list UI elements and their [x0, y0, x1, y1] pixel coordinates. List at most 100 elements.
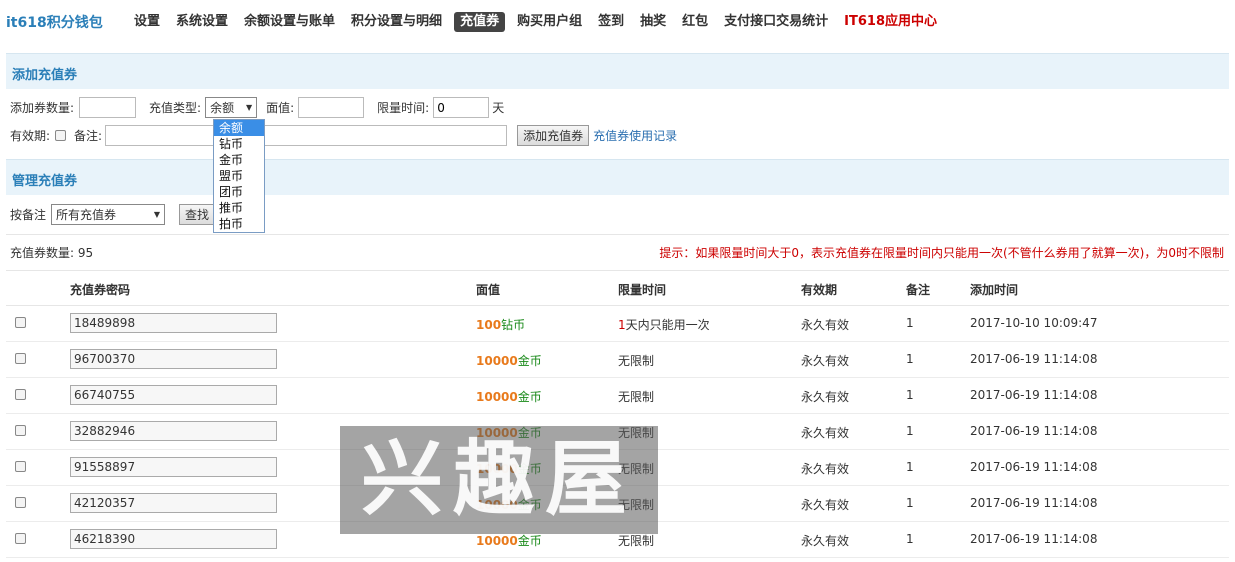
- table-row: 18489898 100钻币 1天内只能用一次 永久有效 1 2017-10-10 10:…: [6, 306, 1229, 342]
- validity-checkbox[interactable]: [55, 130, 67, 141]
- row-checkbox[interactable]: [15, 425, 26, 436]
- type-option-1[interactable]: 钻币: [214, 136, 264, 152]
- header-password: 充值券密码: [70, 283, 131, 297]
- add-voucher-button[interactable]: 添加充值券: [517, 125, 590, 146]
- type-select-value: 余额: [210, 101, 235, 115]
- nav-menu: 设置 系统设置 余额设置与账单 积分设置与明细 充值券 购买用户组 签到 抽奖 红包 支付接口交易…: [126, 12, 945, 32]
- header-amount: 面值: [476, 283, 501, 297]
- limit-days: 1: [618, 318, 626, 332]
- nav-item-1[interactable]: 系统设置: [176, 12, 228, 32]
- currency-value: 金币: [517, 390, 542, 404]
- validity-cell: 永久有效: [801, 426, 850, 440]
- nav-item-5[interactable]: 购买用户组: [517, 12, 582, 32]
- limit-text: 无限制: [618, 534, 655, 548]
- password-field[interactable]: 42120357: [70, 493, 277, 513]
- password-field[interactable]: 46218390: [70, 529, 277, 549]
- face-label: 面值:: [266, 101, 295, 115]
- nav-item-7[interactable]: 抽奖: [640, 12, 666, 32]
- note-input[interactable]: [105, 125, 508, 146]
- add-form-row-2: 有效期: 备注: 添加充值券 充值券使用记录: [10, 125, 677, 146]
- filter-select-value: 所有充值券: [56, 208, 117, 222]
- nav-item-8[interactable]: 红包: [682, 12, 708, 32]
- validity-cell: 永久有效: [801, 354, 850, 368]
- manage-section-title: 管理充值券: [12, 174, 78, 189]
- currency-value: 钻币: [501, 318, 526, 332]
- filter-row: 按备注 所有充值券 ▼ 查找: [10, 204, 216, 225]
- note-cell: 1: [906, 352, 914, 366]
- select-arrow-icon: ▼: [245, 103, 253, 112]
- password-field[interactable]: 18489898: [70, 313, 277, 333]
- limit-text: 天内只能用一次: [625, 318, 710, 332]
- limit-input[interactable]: [433, 97, 490, 118]
- added-cell: 2017-10-10 10:09:47: [970, 316, 1098, 330]
- nav-item-6[interactable]: 签到: [598, 12, 624, 32]
- nav-item-9[interactable]: 支付接口交易统计: [724, 12, 828, 32]
- brand-title[interactable]: it618积分钱包: [6, 12, 103, 32]
- amount-value: 100: [476, 318, 502, 332]
- type-option-6[interactable]: 拍币: [214, 216, 264, 232]
- row-checkbox[interactable]: [15, 533, 26, 544]
- manage-section-header: 管理充值券: [6, 159, 1229, 195]
- validity-label: 有效期:: [10, 129, 51, 143]
- note-cell: 1: [906, 316, 914, 330]
- limit-text: 无限制: [618, 354, 655, 368]
- add-section-header: 添加充值券: [6, 53, 1229, 89]
- amount-value: 10000: [476, 354, 518, 368]
- count-input[interactable]: [79, 97, 137, 118]
- currency-value: 金币: [517, 354, 542, 368]
- type-option-4[interactable]: 团币: [214, 184, 264, 200]
- nav-item-3[interactable]: 积分设置与明细: [351, 12, 442, 32]
- note-cell: 1: [906, 460, 914, 474]
- amount-cell: 10000金币: [476, 352, 542, 369]
- filter-select[interactable]: 所有充值券 ▼: [51, 204, 166, 225]
- added-cell: 2017-06-19 11:14:08: [970, 460, 1098, 474]
- type-option-3[interactable]: 盟币: [214, 168, 264, 184]
- nav-item-0[interactable]: 设置: [134, 12, 160, 32]
- limit-text: 无限制: [618, 390, 655, 404]
- top-nav: it618积分钱包 设置 系统设置 余额设置与账单 积分设置与明细 充值券 购买用户组 签到…: [0, 0, 1235, 46]
- note-cell: 1: [906, 424, 914, 438]
- header-validity: 有效期: [801, 283, 838, 297]
- limit-cell: 无限制: [618, 532, 654, 549]
- amount-cell: 100钻币: [476, 316, 525, 333]
- password-field[interactable]: 32882946: [70, 421, 277, 441]
- nav-item-10[interactable]: IT618应用中心: [844, 12, 937, 32]
- limit-unit: 天: [492, 101, 505, 115]
- note-cell: 1: [906, 496, 914, 510]
- row-checkbox[interactable]: [15, 497, 26, 508]
- type-option-0[interactable]: 余额: [214, 120, 264, 136]
- password-field[interactable]: 91558897: [70, 457, 277, 477]
- validity-cell: 永久有效: [801, 534, 850, 548]
- currency-value: 金币: [517, 534, 542, 548]
- amount-value: 10000: [476, 390, 518, 404]
- add-section-title: 添加充值券: [12, 68, 78, 83]
- row-checkbox[interactable]: [15, 389, 26, 400]
- divider: [6, 234, 1229, 235]
- note-cell: 1: [906, 388, 914, 402]
- limit-cell: 无限制: [618, 388, 654, 405]
- password-field[interactable]: 96700370: [70, 349, 277, 369]
- nav-item-4[interactable]: 充值券: [454, 12, 506, 32]
- type-label: 充值类型:: [149, 101, 202, 115]
- select-arrow-icon: ▼: [153, 210, 161, 219]
- limit-cell: 无限制: [618, 352, 654, 369]
- limit-hint: 提示：如果限量时间大于0，表示充值券在限量时间内只能用一次(不管什么券用了就算一…: [659, 246, 1224, 260]
- usage-records-link[interactable]: 充值券使用记录: [593, 127, 677, 144]
- search-button[interactable]: 查找: [179, 204, 216, 225]
- amount-cell: 10000金币: [476, 388, 542, 405]
- header-limit: 限量时间: [618, 283, 667, 297]
- limit-cell: 1天内只能用一次: [618, 316, 710, 333]
- type-option-5[interactable]: 推币: [214, 200, 264, 216]
- type-select[interactable]: 余额 ▼: [205, 97, 258, 118]
- added-cell: 2017-06-19 11:14:08: [970, 352, 1098, 366]
- row-checkbox[interactable]: [15, 461, 26, 472]
- type-dropdown-list: 余额 钻币 金币 盟币 团币 推币 拍币: [213, 119, 265, 233]
- table-row: 96700370 10000金币 无限制 永久有效 1 2017-06-19 11:14:…: [6, 342, 1229, 378]
- password-field[interactable]: 66740755: [70, 385, 277, 405]
- row-checkbox[interactable]: [15, 353, 26, 364]
- face-input[interactable]: [298, 97, 365, 118]
- row-checkbox[interactable]: [15, 317, 26, 328]
- type-option-2[interactable]: 金币: [214, 152, 264, 168]
- nav-item-2[interactable]: 余额设置与账单: [244, 12, 335, 32]
- amount-value: 10000: [476, 534, 518, 548]
